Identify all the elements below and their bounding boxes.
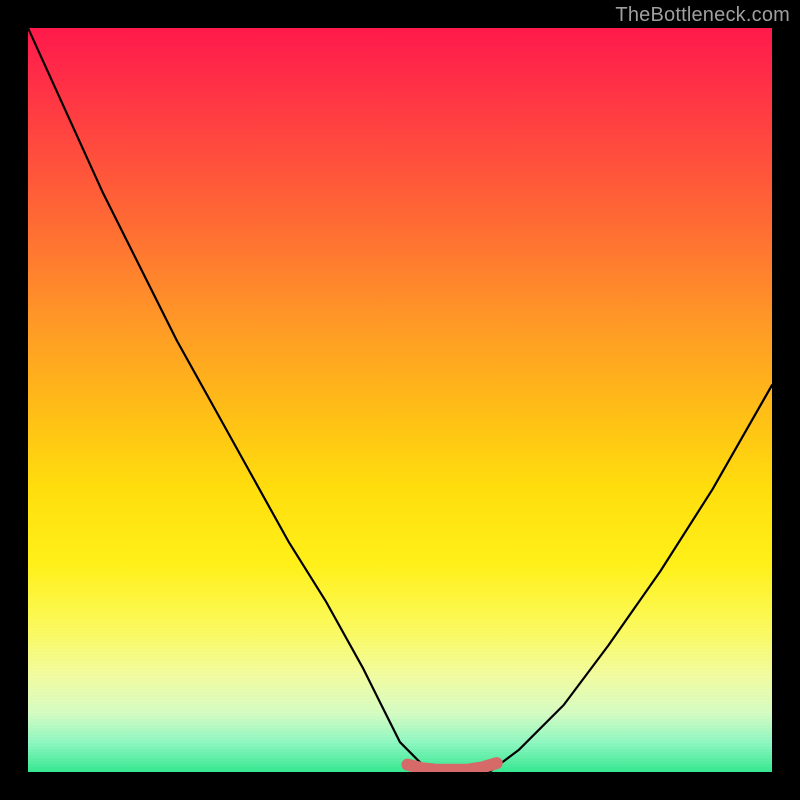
valley-flat-marker-line — [407, 763, 496, 770]
chart-frame: TheBottleneck.com — [0, 0, 800, 800]
curve-svg — [28, 28, 772, 772]
bottleneck-curve-line — [28, 28, 772, 772]
watermark-text: TheBottleneck.com — [615, 4, 790, 27]
plot-area — [28, 28, 772, 772]
